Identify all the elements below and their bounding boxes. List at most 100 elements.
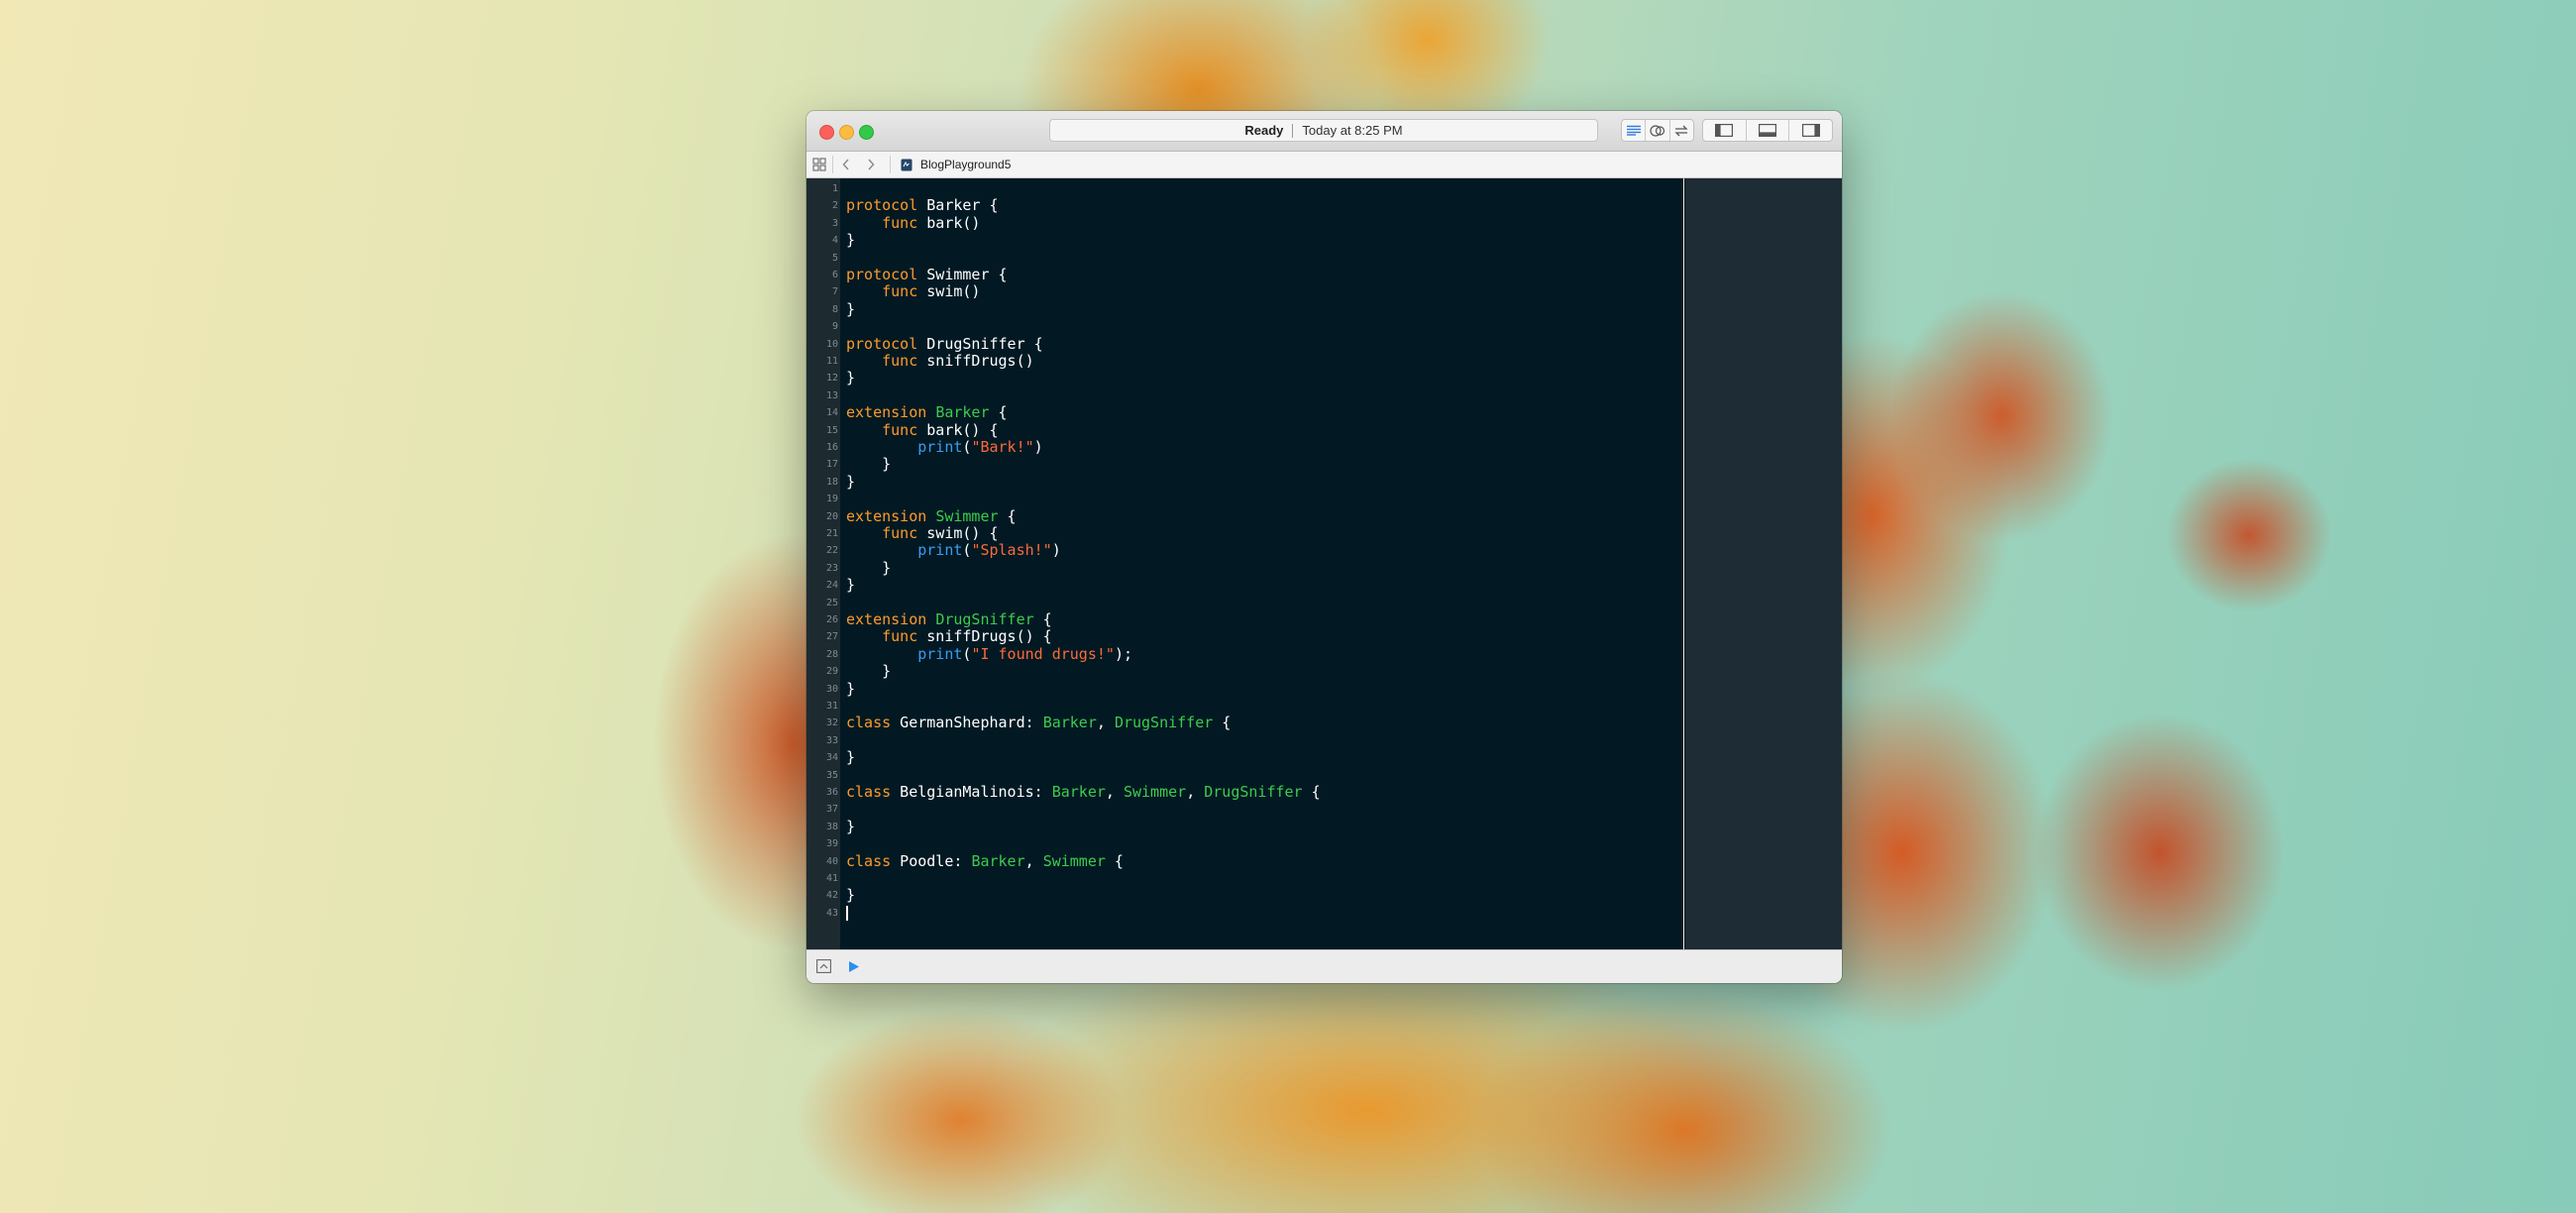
- code-token: }: [846, 679, 856, 698]
- code-token: ,: [1186, 783, 1205, 801]
- line-number: 22: [825, 545, 838, 557]
- code-line[interactable]: print("I found drugs!");: [846, 644, 1132, 663]
- results-sidebar: [1684, 178, 1842, 949]
- line-number: 33: [825, 734, 838, 746]
- code-token: DrugSniffer {: [917, 334, 1043, 353]
- panel-visibility-control: [1702, 119, 1833, 142]
- code-token: class: [846, 783, 892, 801]
- code-token: func: [882, 213, 918, 232]
- text-caret: [846, 905, 848, 921]
- code-line[interactable]: }: [846, 818, 855, 835]
- minimize-window-button[interactable]: [839, 125, 854, 140]
- code-token: }: [846, 558, 892, 577]
- code-line[interactable]: }: [846, 887, 855, 904]
- code-token: "I found drugs!": [971, 644, 1115, 663]
- code-line[interactable]: extension Barker {: [846, 403, 1008, 422]
- code-token: Swimmer: [1123, 783, 1187, 801]
- utilities-panel-icon[interactable]: [1788, 120, 1832, 141]
- xcode-playground-window: Ready Today at 8:25 PM BlogPlayground5 1…: [806, 111, 1842, 983]
- code-token: ,: [1024, 851, 1043, 870]
- code-line[interactable]: }: [846, 231, 855, 249]
- code-line[interactable]: }: [846, 558, 892, 577]
- code-token: print: [917, 541, 963, 560]
- source-editor[interactable]: 1 2 3 4 5 6 7 8 9 10 11 12 13 14 15 16 17 18 19 20 21 22 23 24 2…: [806, 178, 1683, 949]
- code-line[interactable]: }: [846, 576, 856, 595]
- code-line[interactable]: class BelgianMalinois: Barker, Swimmer, …: [846, 783, 1321, 801]
- line-number: 8: [831, 303, 838, 315]
- version-editor-icon[interactable]: [1668, 120, 1693, 141]
- standard-editor-icon[interactable]: [1622, 120, 1645, 141]
- code-line[interactable]: func swim(): [846, 283, 980, 300]
- code-line[interactable]: print("Splash!"): [846, 542, 1061, 559]
- code-token: Barker {: [917, 196, 999, 215]
- code-line[interactable]: }: [846, 662, 892, 681]
- code-token: }: [846, 886, 856, 905]
- code-line[interactable]: func bark() {: [846, 420, 998, 439]
- code-line[interactable]: }: [846, 748, 855, 766]
- breadcrumb-file-name[interactable]: BlogPlayground5: [920, 152, 1011, 177]
- code-line[interactable]: func bark(): [846, 213, 980, 232]
- show-debug-area-icon[interactable]: [816, 959, 831, 978]
- line-number: 1: [831, 183, 838, 194]
- status-text: Ready: [1244, 123, 1284, 138]
- line-number: 43: [825, 907, 838, 919]
- line-number: 41: [825, 873, 838, 884]
- forward-chevron-icon[interactable]: [866, 152, 876, 177]
- back-chevron-icon[interactable]: [841, 152, 851, 177]
- navigator-panel-icon[interactable]: [1703, 120, 1746, 141]
- code-line[interactable]: protocol DrugSniffer {: [846, 334, 1043, 353]
- code-token: extension: [846, 506, 927, 525]
- line-number-gutter: 1 2 3 4 5 6 7 8 9 10 11 12 13 14 15 16 17 18 19 20 21 22 23 24 2…: [806, 178, 840, 949]
- run-playground-icon[interactable]: [848, 960, 860, 978]
- code-token: Barker: [935, 403, 990, 422]
- code-line[interactable]: extension Swimmer {: [846, 506, 1017, 525]
- line-number: 37: [825, 804, 838, 816]
- code-line[interactable]: func sniffDrugs() {: [846, 628, 1052, 645]
- code-line[interactable]: [846, 905, 848, 922]
- code-line[interactable]: class GermanShephard: Barker, DrugSniffe…: [846, 715, 1231, 731]
- code-token: GermanShephard:: [891, 714, 1043, 732]
- debug-area-icon[interactable]: [1745, 120, 1789, 141]
- code-line[interactable]: extension DrugSniffer {: [846, 610, 1052, 628]
- close-window-button[interactable]: [819, 125, 834, 140]
- code-line[interactable]: }: [846, 456, 891, 473]
- code-token: Poodle:: [891, 851, 972, 870]
- code-token: }: [846, 576, 856, 595]
- line-number: 14: [825, 407, 838, 419]
- line-number: 16: [825, 442, 838, 453]
- code-line[interactable]: }: [846, 300, 855, 318]
- line-number: 24: [825, 580, 838, 592]
- code-token: protocol: [846, 266, 918, 283]
- zoom-window-button[interactable]: [859, 125, 874, 140]
- line-number: 19: [825, 494, 838, 505]
- jump-bar: BlogPlayground5: [806, 152, 1842, 178]
- code-token: ): [1033, 438, 1043, 456]
- code-token: class: [846, 714, 892, 732]
- code-token: Barker: [1051, 783, 1106, 801]
- code-line[interactable]: func swim() {: [846, 524, 998, 542]
- line-number: 20: [825, 510, 838, 522]
- code-line[interactable]: }: [846, 370, 855, 386]
- line-number: 17: [825, 459, 838, 471]
- code-token: func: [882, 524, 918, 542]
- assistant-editor-icon[interactable]: [1645, 120, 1668, 141]
- code-line[interactable]: protocol Barker {: [846, 197, 999, 214]
- code-line[interactable]: func sniffDrugs(): [846, 352, 1034, 370]
- code-line[interactable]: class Poodle: Barker, Swimmer {: [846, 851, 1124, 870]
- code-line[interactable]: }: [846, 679, 856, 698]
- code-token: extension: [846, 610, 927, 628]
- code-token: }: [846, 662, 892, 681]
- code-line[interactable]: }: [846, 473, 855, 491]
- code-line[interactable]: protocol Swimmer {: [846, 266, 1008, 283]
- title-bar[interactable]: Ready Today at 8:25 PM: [806, 111, 1842, 152]
- code-line[interactable]: print("Bark!"): [846, 438, 1043, 456]
- related-items-grid-icon[interactable]: [812, 152, 826, 177]
- code-token: func: [882, 420, 918, 439]
- line-number: 10: [825, 338, 838, 350]
